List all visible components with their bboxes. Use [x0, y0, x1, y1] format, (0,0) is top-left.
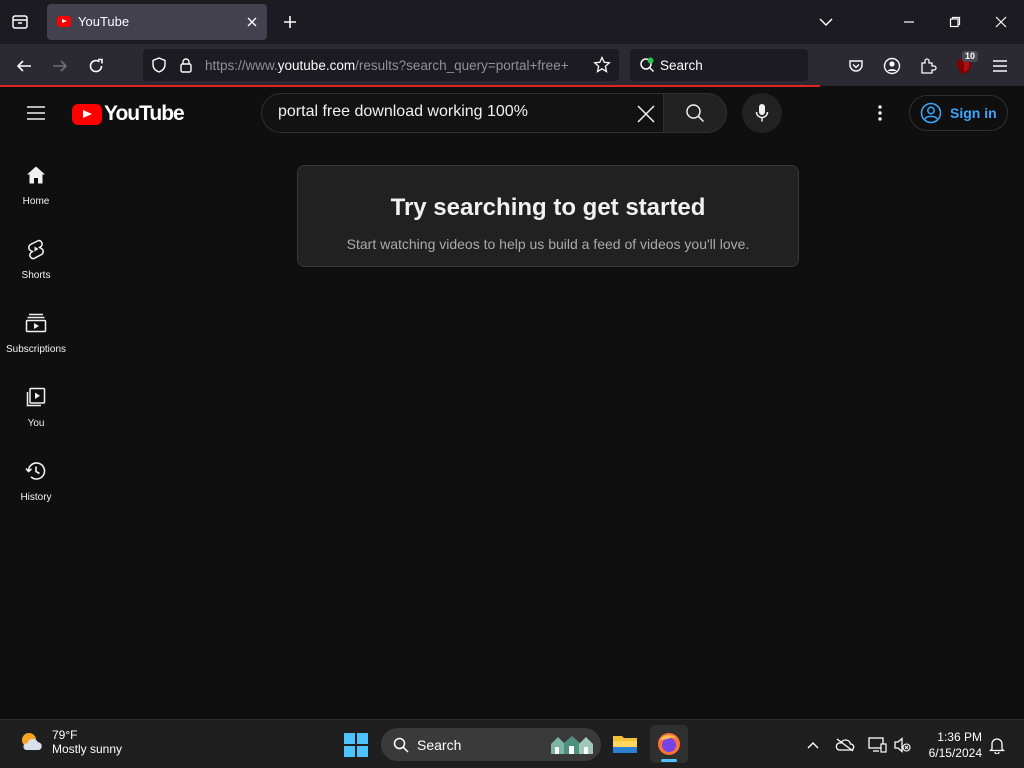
close-tab-icon[interactable] [243, 13, 261, 31]
empty-feed-text: Start watching videos to help us build a… [346, 236, 750, 252]
url-domain: youtube.com [277, 58, 356, 73]
you-library-icon [24, 385, 48, 409]
subscriptions-icon [24, 311, 48, 335]
url-text: https://www.youtube.com/results?search_q… [205, 58, 585, 73]
shorts-icon [24, 237, 48, 261]
search-engine-icon [639, 57, 655, 73]
tracking-protection-shield-icon[interactable] [151, 57, 167, 73]
guide-menu-icon[interactable] [22, 101, 50, 125]
partly-sunny-icon [22, 733, 42, 750]
clock-date: 6/15/2024 [928, 746, 982, 760]
network-display-icon[interactable] [866, 734, 888, 756]
settings-more-icon[interactable] [868, 101, 892, 125]
weather-widget[interactable]: 79°F Mostly sunny [18, 728, 122, 756]
taskbar-search-icon [393, 737, 409, 753]
account-icon[interactable] [878, 52, 906, 80]
extensions-puzzle-icon[interactable] [914, 52, 942, 80]
youtube-search-button[interactable] [663, 93, 727, 133]
reload-icon[interactable] [82, 52, 110, 80]
search-highlight-houses-icon [549, 734, 595, 756]
clock-time: 1:36 PM [937, 730, 982, 744]
nav-label-history: History [20, 492, 52, 503]
microphone-icon [755, 104, 769, 122]
empty-feed-title: Try searching to get started [390, 194, 706, 221]
youtube-play-icon [72, 103, 102, 125]
nav-item-you[interactable]: You [0, 385, 72, 445]
browser-nav-bar: https://www.youtube.com/results?search_q… [0, 44, 1024, 86]
weather-condition: Mostly sunny [52, 742, 123, 756]
nav-label-you: You [27, 418, 45, 429]
browser-tab-strip: YouTube [0, 0, 1024, 44]
forward-arrow-icon[interactable] [46, 52, 74, 80]
back-arrow-icon[interactable] [10, 52, 38, 80]
lock-icon[interactable] [179, 57, 193, 73]
minimize-icon[interactable] [894, 8, 924, 36]
url-prefix: https://www. [205, 58, 278, 73]
windows-taskbar: 79°F Mostly sunny Search 1:36 PM 6/15/20… [0, 719, 1024, 768]
youtube-logo[interactable]: YouTube [72, 102, 185, 126]
home-icon [24, 163, 48, 187]
onedrive-cloud-icon[interactable] [834, 734, 856, 756]
pocket-icon[interactable] [842, 52, 870, 80]
user-circle-icon [920, 102, 942, 124]
youtube-logo-text: YouTube [104, 102, 185, 125]
empty-feed-card: Try searching to get started Start watch… [297, 165, 799, 267]
volume-muted-icon[interactable] [891, 734, 913, 756]
taskbar-search-box[interactable]: Search [381, 728, 601, 761]
youtube-page: YouTube Sign in Home Shorts Subscripti [0, 87, 1024, 719]
restore-icon[interactable] [940, 8, 970, 36]
start-windows-icon[interactable] [343, 732, 369, 758]
youtube-search-box [261, 93, 664, 133]
sign-in-button[interactable]: Sign in [909, 95, 1008, 131]
nav-label-home: Home [22, 196, 50, 207]
nav-label-shorts: Shorts [21, 270, 51, 281]
history-icon [24, 459, 48, 483]
notification-bell-icon[interactable] [986, 734, 1008, 756]
weather-temperature: 79°F [52, 728, 78, 742]
browser-search-bar[interactable]: Search [630, 49, 808, 81]
nav-item-history[interactable]: History [0, 459, 72, 519]
nav-item-shorts[interactable]: Shorts [0, 237, 72, 297]
close-window-icon[interactable] [986, 8, 1016, 36]
sign-in-label: Sign in [950, 105, 997, 121]
browser-tab[interactable]: YouTube [47, 4, 267, 40]
url-path: /results?search_query=portal+free+ [355, 58, 569, 73]
bookmark-star-icon[interactable] [593, 56, 611, 74]
search-icon [686, 104, 705, 123]
active-app-indicator [661, 759, 677, 762]
taskbar-search-label: Search [417, 737, 462, 753]
new-tab-icon[interactable] [278, 10, 302, 34]
youtube-favicon-icon [57, 16, 71, 27]
tab-list-icon[interactable] [6, 8, 34, 36]
browser-search-label: Search [660, 58, 703, 73]
tab-title: YouTube [78, 14, 130, 29]
nav-label-subscriptions: Subscriptions [5, 344, 67, 355]
clear-search-icon[interactable] [634, 102, 658, 126]
menu-hamburger-icon[interactable] [986, 52, 1014, 80]
nav-item-home[interactable]: Home [0, 163, 72, 223]
address-bar[interactable]: https://www.youtube.com/results?search_q… [143, 49, 619, 81]
extension-badge-count: 10 [962, 51, 979, 62]
file-explorer-icon[interactable] [606, 725, 644, 763]
nav-item-subscriptions[interactable]: Subscriptions [0, 311, 72, 371]
firefox-taskbar-icon[interactable] [650, 725, 688, 763]
system-clock[interactable]: 1:36 PM 6/15/2024 [918, 729, 982, 761]
youtube-search-input[interactable] [278, 103, 618, 121]
voice-search-button[interactable] [742, 93, 782, 133]
list-all-tabs-chevron-icon[interactable] [811, 8, 841, 36]
show-hidden-icons-chevron-icon[interactable] [802, 734, 824, 756]
